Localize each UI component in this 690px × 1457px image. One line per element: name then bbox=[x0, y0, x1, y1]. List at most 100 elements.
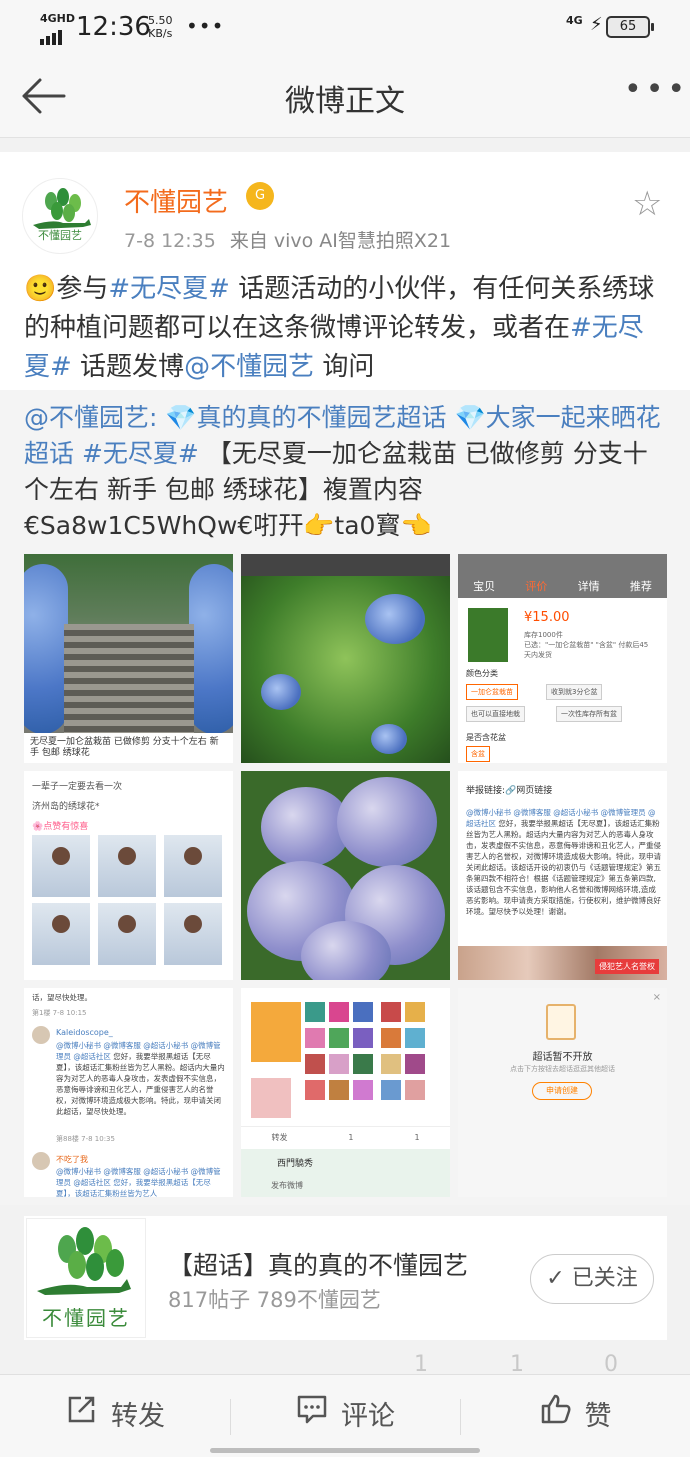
star-icon[interactable]: ☆ bbox=[632, 184, 662, 224]
action-bar: 转发 评论 赞 bbox=[0, 1374, 690, 1457]
image-shop-screenshot[interactable]: 宝贝 评价 详情 推荐 ¥15.00 库存1000件 已选："一加仑盆栽苗" "含… bbox=[458, 554, 667, 763]
comment-meta: 第1楼 7-8 10:15 bbox=[32, 1009, 87, 1017]
image-closed-notice[interactable]: × 超话暂不开放 点击下方按钮去超话逛逛其他超话 申请创建 bbox=[458, 988, 667, 1197]
photo-tile bbox=[329, 1080, 349, 1100]
option-chip: 收到就3分仑盆 bbox=[546, 684, 603, 700]
navigation-bar: 微博正文 ••• bbox=[0, 56, 690, 138]
repost-block[interactable]: @不懂园艺: 💎真的真的不懂园艺超话 💎大家一起来晒花超话 #无尽夏# 【无尽夏… bbox=[0, 390, 690, 1205]
comment-meta: 第88楼 7-8 10:35 bbox=[56, 1135, 115, 1143]
avatar-label: 不懂园艺 bbox=[38, 229, 82, 242]
notice-button: 申请创建 bbox=[532, 1082, 592, 1100]
image-stairs[interactable]: 无尽夏一加仑盆栽苗 已做修剪 分支十个左右 新手 包邮 绣球花 bbox=[24, 554, 233, 763]
text-segment: 询问 bbox=[314, 352, 375, 382]
option-chip: 一加仑盆栽苗 bbox=[466, 684, 518, 700]
photo-tile bbox=[381, 1002, 401, 1022]
like-button[interactable]: 赞 bbox=[460, 1375, 690, 1457]
photo-tile bbox=[405, 1028, 425, 1048]
network-type: 4GHD bbox=[40, 12, 76, 25]
feed-action: 转发 bbox=[271, 1133, 288, 1142]
report-text: 您好，我要举报黑超话【无尽夏】，该超话汇集粉丝皆为艺人黑粉。超话内大量内容为对艺… bbox=[466, 819, 661, 916]
product-info: 库存1000件 已选："一加仑盆栽苗" "含盆" 付款后45天内发货 bbox=[524, 630, 654, 660]
mention-link[interactable]: @不懂园艺: bbox=[24, 403, 157, 432]
hashtag-link[interactable]: #无尽夏# bbox=[82, 439, 199, 468]
photo-tile bbox=[251, 1078, 291, 1118]
feed-action: 1 bbox=[414, 1133, 420, 1142]
photo-tile bbox=[305, 1028, 325, 1048]
photo-tile bbox=[405, 1054, 425, 1074]
supertopic-stats: 817帖子 789不懂园艺 bbox=[168, 1288, 381, 1312]
hydrangea-bush bbox=[24, 564, 68, 734]
shop-tabs: 宝贝 评价 详情 推荐 bbox=[458, 578, 667, 598]
text-segment: 话题发博 bbox=[71, 352, 185, 382]
supertopic-name[interactable]: 【超话】真的真的不懂园艺 bbox=[168, 1246, 468, 1282]
comment-author: Kaleidoscope_ bbox=[56, 1028, 113, 1037]
comment-text: @微博小秘书 @微博客服 @超话小秘书 @微博管理员 @超话社区 您好，我要举报… bbox=[56, 1040, 228, 1117]
network-speed: 5.50 KB/s bbox=[148, 14, 173, 40]
photo-tile bbox=[98, 903, 156, 965]
smile-emoji: 🙂 bbox=[24, 274, 57, 304]
report-heading: 举报链接:🔗网页链接 bbox=[466, 786, 553, 796]
product-thumb bbox=[468, 608, 508, 662]
image-garden[interactable] bbox=[241, 554, 450, 763]
comment-author: 不吃了我 bbox=[56, 1155, 88, 1164]
repost-button[interactable]: 转发 bbox=[0, 1375, 230, 1457]
report-badge: 侵犯艺人名誉权 bbox=[595, 959, 659, 974]
follow-button[interactable]: ✓ 已关注 bbox=[530, 1254, 654, 1304]
comment-text: @微博小秘书 @微博客服 @超话小秘书 @微博管理员 @超话社区 您好，我要举报… bbox=[56, 1167, 221, 1197]
more-icon[interactable]: ••• bbox=[624, 72, 689, 107]
image-photo-collage[interactable]: 一辈子一定要去看一次 济州岛的绣球花* 🌸点赞有惊喜 bbox=[24, 771, 233, 980]
photo-tile bbox=[305, 1080, 325, 1100]
home-indicator[interactable] bbox=[210, 1448, 480, 1453]
like-icon bbox=[539, 1376, 573, 1457]
feed-action: 1 bbox=[348, 1133, 354, 1142]
photo-tile bbox=[305, 1002, 325, 1022]
image-top-strip bbox=[241, 554, 450, 576]
post-counts: 1 1 0 bbox=[0, 1352, 690, 1377]
shop-tab: 推荐 bbox=[629, 580, 652, 593]
comment-button[interactable]: 评论 bbox=[230, 1375, 460, 1457]
option-chip: 含盆 bbox=[466, 746, 490, 762]
supertopic-card[interactable]: 不懂园艺 【超话】真的真的不懂园艺 817帖子 789不懂园艺 ✓ 已关注 bbox=[24, 1216, 667, 1340]
product-stock: 库存1000件 bbox=[524, 631, 563, 639]
image-feed-screenshot[interactable]: 转发 1 1 西門驍秀 发布微博 bbox=[241, 988, 450, 1197]
network-type-right: 4G bbox=[566, 14, 583, 27]
feed-actions: 转发 1 1 bbox=[241, 1126, 450, 1148]
comment-icon bbox=[295, 1376, 329, 1457]
feed-post-button: 发布微博 bbox=[271, 1181, 303, 1190]
photo-tile bbox=[329, 1028, 349, 1048]
supertopic-link[interactable]: 💎真的真的不懂园艺超话 bbox=[165, 403, 446, 432]
photo-tile bbox=[381, 1028, 401, 1048]
image-hydrangea[interactable] bbox=[241, 771, 450, 980]
crown-icon[interactable]: G bbox=[246, 182, 274, 210]
photo-tile bbox=[353, 1054, 373, 1074]
page-title: 微博正文 bbox=[285, 84, 405, 119]
post-source: 来自 vivo AI智慧拍照X21 bbox=[229, 230, 452, 252]
photo-tile bbox=[305, 1054, 325, 1074]
image-report-screenshot[interactable]: 举报链接:🔗网页链接 @微博小秘书 @微博客服 @超话小秘书 @微博管理员 @超… bbox=[458, 771, 667, 980]
avatar[interactable]: 不懂园艺 bbox=[22, 178, 98, 254]
stone-steps bbox=[64, 624, 194, 734]
notice-subtitle: 点击下方按钮去超话逛逛其他超话 bbox=[510, 1065, 615, 1073]
hydrangea-flower bbox=[365, 594, 425, 644]
hashtag-link[interactable]: #无尽夏# bbox=[108, 274, 230, 304]
photo-tile bbox=[381, 1054, 401, 1074]
repost-text: @不懂园艺: 💎真的真的不懂园艺超话 💎大家一起来晒花超话 #无尽夏# 【无尽夏… bbox=[24, 400, 664, 544]
document-icon bbox=[546, 1004, 576, 1040]
battery-icon: 65 bbox=[606, 16, 654, 38]
shop-tab: 宝贝 bbox=[473, 580, 496, 593]
shop-tab: 评价 bbox=[525, 580, 548, 593]
comment-text: 话，望尽快处理。 bbox=[32, 993, 92, 1002]
mention-link[interactable]: @不懂园艺 bbox=[184, 352, 314, 382]
photo-tile bbox=[405, 1080, 425, 1100]
feed-author: 西門驍秀 bbox=[277, 1159, 314, 1169]
status-overflow-icon: ••• bbox=[186, 14, 225, 38]
image-comments-screenshot[interactable]: 话，望尽快处理。 第1楼 7-8 10:15 Kaleidoscope_ @微博… bbox=[24, 988, 233, 1197]
post-card: 不懂园艺 不懂园艺 G 7-8 12:35 来自 vivo AI智慧拍照X21 ☆… bbox=[0, 152, 690, 390]
comment-body: 您好，我要举报黑超话【无尽夏】，该超话汇集粉丝皆为艺人黑粉。超话内大量内容为对艺… bbox=[56, 1052, 225, 1116]
notice-title: 超话暂不开放 bbox=[532, 1052, 593, 1063]
photo-tile bbox=[164, 835, 222, 897]
status-bar: 4GHD 12:36 5.50 KB/s ••• 4G ⚡ 65 bbox=[0, 0, 690, 56]
photo-tile bbox=[353, 1002, 373, 1022]
close-icon: × bbox=[652, 992, 661, 1003]
username[interactable]: 不懂园艺 bbox=[124, 182, 228, 219]
